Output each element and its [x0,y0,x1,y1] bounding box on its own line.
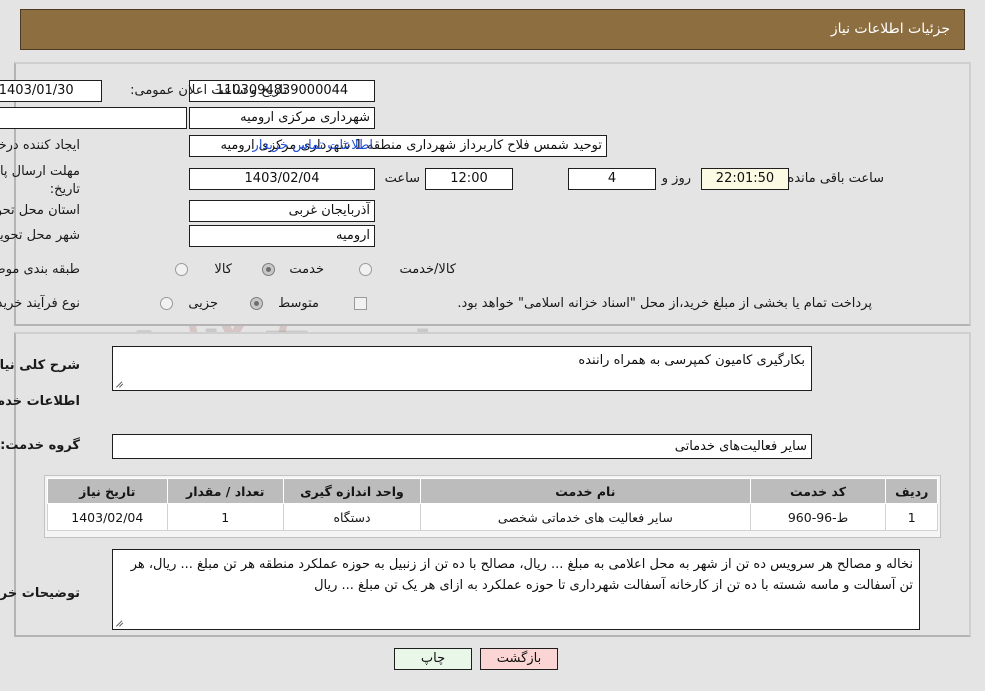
treasury-docs-label: پرداخت تمام یا بخشی از مبلغ خرید،از محل … [457,296,872,311]
radio-process-jozei[interactable] [160,297,173,310]
table-header-row: ردیف کد خدمت نام خدمت واحد اندازه گیری ت… [47,478,938,504]
deadline-label-line1: مهلت ارسال پاسخ: تا [0,164,80,179]
announce-datetime-value: 1403/01/30 - 13:33 [0,80,102,102]
radio-category-kala-khedmat[interactable] [359,263,372,276]
buyer-contact-link[interactable]: اطلاعات تماس خریدار [253,138,373,153]
buyer-org-secondary-value [0,107,187,129]
cell-quantity: 1 [166,503,284,531]
deadline-date-value: 1403/02/04 [189,168,375,190]
th-service-name: نام خدمت [420,478,751,504]
th-quantity: تعداد / مقدار [166,478,284,504]
radio-category-khedmat-label: خدمت [289,262,324,277]
radio-category-kala[interactable] [175,263,188,276]
resize-grip-icon[interactable] [115,618,125,628]
need-summary-panel [14,62,971,326]
general-desc-value: بکارگیری کامیون کمپرسی به همراه راننده [578,353,805,368]
page-title: جزئیات اطلاعات نیاز [830,21,950,37]
province-label: استان محل تحویل: [0,203,80,218]
cell-service-code: ط-96-960 [749,503,887,531]
buyer-notes-textarea[interactable]: نخاله و مصالح هر سرویس ده تن از شهر به م… [112,549,920,630]
hour-label: ساعت [384,171,420,186]
table-row[interactable]: 1 ط-96-960 سایر فعالیت های خدماتی شخصی د… [47,503,938,531]
resize-grip-icon[interactable] [115,379,125,389]
service-group-label: گروه خدمت: [0,438,80,453]
deadline-label-line2: تاریخ: [49,182,80,197]
radio-category-kala-label: کالا [214,262,232,277]
window-titlebar: جزئیات اطلاعات نیاز [20,9,965,50]
radio-process-motevaset[interactable] [250,297,263,310]
category-label: طبقه بندی موضوعی: [0,262,80,277]
service-group-value: سایر فعالیت‌های خدماتی [112,434,812,459]
checkbox-treasury-docs[interactable] [354,297,367,310]
buyer-org-value: شهرداری مرکزی ارومیه [189,107,375,129]
days-label: روز و [661,171,691,186]
cell-unit: دستگاه [282,503,422,531]
cell-row-no: 1 [885,503,938,531]
cell-need-date: 1403/02/04 [47,503,168,531]
buyer-notes-label: توضیحات خریدار: [0,586,80,601]
th-need-date: تاریخ نیاز [47,478,168,504]
remaining-days-value: 4 [568,168,656,190]
th-service-code: کد خدمت [749,478,887,504]
page-root: AriaTender.net جزئیات اطلاعات نیاز شماره… [0,0,985,691]
radio-process-jozei-label: جزیی [188,296,218,311]
remaining-label: ساعت باقی مانده [787,171,884,186]
countdown-timer: 22:01:50 [701,168,789,190]
back-button[interactable]: بازگشت [480,648,558,670]
radio-category-khedmat[interactable] [262,263,275,276]
city-value: ارومیه [189,225,375,247]
general-desc-label: شرح کلی نیاز: [0,358,80,373]
cell-service-name: سایر فعالیت های خدماتی شخصی [420,503,751,531]
process-label: نوع فرآیند خرید : [0,296,80,311]
general-desc-textarea[interactable]: بکارگیری کامیون کمپرسی به همراه راننده [112,346,812,391]
print-button[interactable]: چاپ [394,648,472,670]
announce-datetime-label: تاریخ و ساعت اعلان عمومی: [130,83,287,98]
deadline-time-value: 12:00 [425,168,513,190]
th-row-no: ردیف [885,478,938,504]
buyer-notes-value: نخاله و مصالح هر سرویس ده تن از شهر به م… [130,557,913,593]
th-unit: واحد اندازه گیری [282,478,422,504]
services-table: ردیف کد خدمت نام خدمت واحد اندازه گیری ت… [47,478,938,531]
services-info-heading: اطلاعات خدمات مورد نیاز [0,394,80,409]
radio-category-kala-khedmat-label: کالا/خدمت [399,262,456,277]
requester-label: ایجاد کننده درخواست: [0,138,80,153]
city-label: شهر محل تحویل: [0,228,80,243]
province-value: آذربایجان غربی [189,200,375,222]
radio-process-motevaset-label: متوسط [278,296,319,311]
